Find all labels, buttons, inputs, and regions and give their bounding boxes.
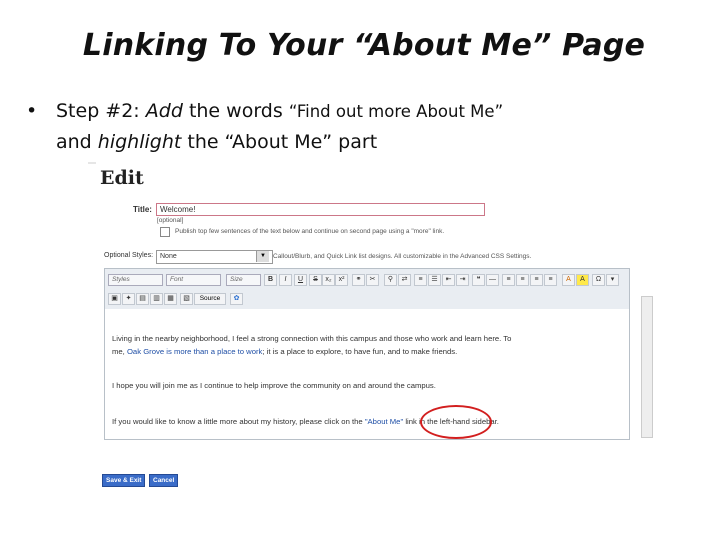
title-input[interactable]: Welcome! [156,203,485,216]
size-dropdown[interactable]: Size [226,274,261,286]
special-character-icon[interactable]: Ω [592,274,605,286]
bullet-quote: “Find out more About Me” [288,102,504,121]
settings-icon[interactable]: ✿ [230,293,243,305]
bullet-dot: • [26,100,38,122]
bullet-end: the “About Me” part [187,131,378,153]
slide-title: Linking To Your “About Me” Page [82,28,646,63]
publish-note: Publish top few sentences of the text be… [175,228,445,235]
about-me-link[interactable]: "About Me" [365,417,403,426]
bullet-step-2: • Step #2: Add the words “Find out more … [26,96,716,157]
bullet-verb-add: Add [145,100,183,122]
editor-scrollbar[interactable] [641,296,653,438]
horizontal-rule-icon[interactable]: ― [486,274,499,286]
highlight-circle [420,405,492,439]
paragraph-3-prefix: If you would like to know a little more … [112,417,365,426]
outdent-icon[interactable]: ⇤ [442,274,455,286]
text-color-icon[interactable]: A [562,274,575,286]
pdf-icon[interactable]: ▤ [136,293,149,305]
bullet-and: and [56,131,92,153]
chevron-down-icon[interactable]: ▼ [256,251,269,262]
bulleted-list-icon[interactable]: ☰ [428,274,441,286]
optional-styles-label: Optional Styles: [104,252,154,259]
paragraph-1-line-1: Living in the nearby neighborhood, I fee… [112,334,512,343]
superscript-icon[interactable]: x² [335,274,348,286]
source-icon[interactable]: ▧ [180,293,193,305]
replace-icon[interactable]: ⇄ [398,274,411,286]
align-left-icon[interactable]: ≡ [502,274,515,286]
indent-icon[interactable]: ⇥ [456,274,469,286]
table-icon[interactable]: ▦ [164,293,177,305]
bullet-step: Step #2: [56,100,140,122]
flash-icon[interactable]: ✦ [122,293,135,305]
bullet-text: Step #2: Add the words “Find out more Ab… [56,96,716,157]
styles-dropdown[interactable]: Styles [108,274,163,286]
styles-help: Callout/Blurb, and Quick Link list desig… [273,253,532,260]
publish-checkbox[interactable] [160,227,170,237]
underline-icon[interactable]: U [294,274,307,286]
bullet-verb-highlight: highlight [97,131,182,153]
paragraph-1-suffix: ; it is a place to explore, to have fun,… [262,347,458,356]
cancel-button[interactable]: Cancel [149,474,179,487]
more-icon[interactable]: ▾ [606,274,619,286]
align-right-icon[interactable]: ≡ [530,274,543,286]
oak-grove-link[interactable]: Oak Grove is more than a place to work [127,347,262,356]
italic-icon[interactable]: I [279,274,292,286]
title-label: Title: [133,205,152,214]
font-dropdown[interactable]: Font [166,274,221,286]
link-icon[interactable]: ⚭ [352,274,365,286]
document-icon[interactable]: ▥ [150,293,163,305]
align-center-icon[interactable]: ≡ [516,274,529,286]
image-icon[interactable]: ▣ [108,293,121,305]
justify-icon[interactable]: ≡ [544,274,557,286]
source-button[interactable]: Source [194,293,226,305]
highlight-color-icon[interactable]: A [576,274,589,286]
bullet-mid: the words [188,100,283,122]
edit-heading: Edit [100,167,144,189]
blockquote-icon[interactable]: ❝ [472,274,485,286]
unlink-icon[interactable]: ✂ [366,274,379,286]
numbered-list-icon[interactable]: ≡ [414,274,427,286]
optional-note: [optional] [157,217,184,224]
paragraph-1-line-2: me, Oak Grove is more than a place to wo… [112,346,457,358]
save-exit-button[interactable]: Save & Exit [102,474,146,487]
paragraph-2: I hope you will join me as I continue to… [112,381,436,390]
find-icon[interactable]: ⚲ [384,274,397,286]
strikethrough-icon[interactable]: S [309,274,322,286]
bold-icon[interactable]: B [264,274,277,286]
subscript-icon[interactable]: x₂ [322,274,335,286]
paragraph-1-prefix: me, [112,347,127,356]
